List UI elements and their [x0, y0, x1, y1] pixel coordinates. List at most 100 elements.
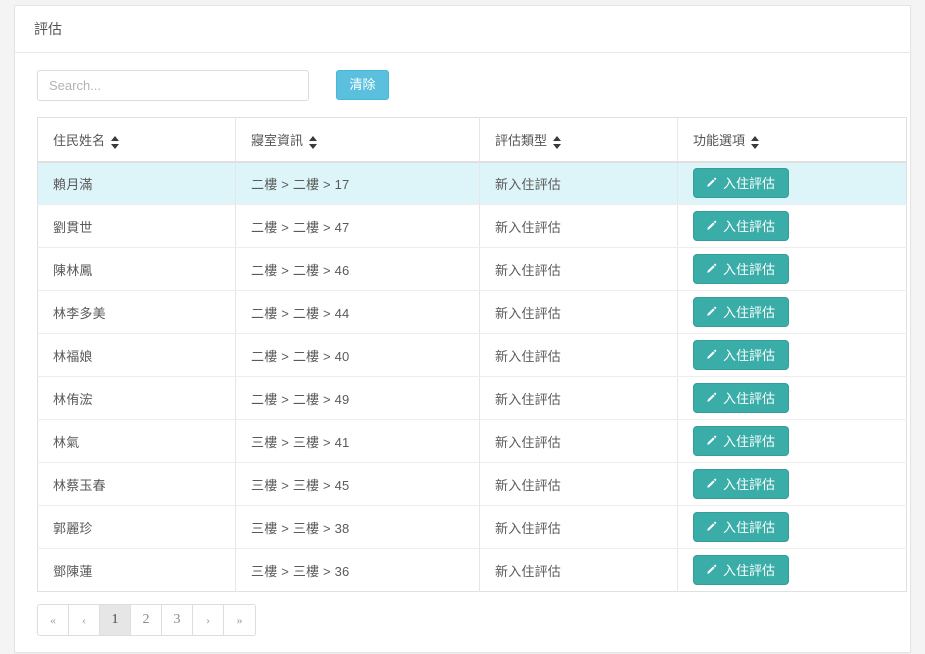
cell-assessment-type: 新入住評估 — [479, 290, 678, 334]
pencil-icon — [705, 349, 717, 361]
pencil-icon — [705, 435, 717, 447]
page-root: 評估 清除 住民姓名 — [0, 0, 925, 654]
pagination-arrow[interactable]: « — [38, 605, 69, 635]
cell-room-info: 二樓 > 二樓 > 17 — [235, 161, 480, 205]
admission-assessment-button[interactable]: 入住評估 — [693, 211, 790, 241]
cell-resident-name: 陳林鳳 — [37, 247, 236, 291]
cell-function-options: 入住評估 — [677, 462, 907, 506]
search-input[interactable] — [37, 70, 309, 101]
admission-assessment-button[interactable]: 入住評估 — [693, 512, 790, 542]
table-body: 賴月滿 二樓 > 二樓 > 17 新入住評估 入住評估 劉貫世 二樓 > 二樓 > 47 新… — [37, 161, 907, 592]
table-head: 住民姓名 寢室資訊 評估類型 功能選項 — [37, 117, 907, 163]
card-body: 清除 住民姓名 寢室資訊 — [15, 53, 910, 652]
cell-room-info: 三樓 > 三樓 > 36 — [235, 548, 480, 592]
cell-assessment-type: 新入住評估 — [479, 333, 678, 377]
pencil-icon — [705, 478, 717, 490]
column-label: 寢室資訊 — [251, 132, 304, 148]
cell-function-options: 入住評估 — [677, 505, 907, 549]
sort-updown-icon[interactable] — [309, 135, 318, 149]
table-row[interactable]: 劉貫世 二樓 > 二樓 > 47 新入住評估 入住評估 — [37, 204, 907, 248]
admission-assessment-button[interactable]: 入住評估 — [693, 297, 790, 327]
cell-room-info: 三樓 > 三樓 > 41 — [235, 419, 480, 463]
pencil-icon — [705, 177, 717, 189]
table-header-row: 住民姓名 寢室資訊 評估類型 功能選項 — [37, 117, 907, 163]
table-container: 住民姓名 寢室資訊 評估類型 功能選項 賴月滿 二樓 > 二樓 > 17 新入住… — [23, 117, 907, 592]
pagination-page[interactable]: 1 — [100, 605, 131, 635]
pagination-page[interactable]: 3 — [162, 605, 193, 635]
table-row[interactable]: 林侑浤 二樓 > 二樓 > 49 新入住評估 入住評估 — [37, 376, 907, 420]
cell-function-options: 入住評估 — [677, 161, 907, 205]
cell-function-options: 入住評估 — [677, 247, 907, 291]
admission-assessment-label: 入住評估 — [723, 304, 776, 320]
admission-assessment-label: 入住評估 — [723, 347, 776, 363]
cell-function-options: 入住評估 — [677, 333, 907, 377]
admission-assessment-label: 入住評估 — [723, 433, 776, 449]
cell-room-info: 二樓 > 二樓 > 46 — [235, 247, 480, 291]
column-header-resident-name[interactable]: 住民姓名 — [37, 117, 236, 163]
cell-function-options: 入住評估 — [677, 419, 907, 463]
column-header-assessment-type[interactable]: 評估類型 — [479, 117, 678, 163]
cell-assessment-type: 新入住評估 — [479, 462, 678, 506]
pagination-container: «‹ 1 2 3 ›» — [23, 592, 902, 638]
cell-room-info: 三樓 > 三樓 > 45 — [235, 462, 480, 506]
admission-assessment-label: 入住評估 — [723, 519, 776, 535]
admission-assessment-button[interactable]: 入住評估 — [693, 168, 790, 199]
cell-resident-name: 郭麗珍 — [37, 505, 236, 549]
sort-updown-icon[interactable] — [553, 135, 562, 149]
table-row[interactable]: 鄧陳蓮 三樓 > 三樓 > 36 新入住評估 入住評估 — [37, 548, 907, 592]
pagination-arrow[interactable]: ‹ — [69, 605, 100, 635]
assessment-card: 評估 清除 住民姓名 — [14, 5, 911, 653]
admission-assessment-label: 入住評估 — [723, 175, 776, 191]
table-row[interactable]: 林蔡玉春 三樓 > 三樓 > 45 新入住評估 入住評估 — [37, 462, 907, 506]
assessment-table: 住民姓名 寢室資訊 評估類型 功能選項 賴月滿 二樓 > 二樓 > 17 新入住… — [37, 117, 907, 592]
pagination-arrow[interactable]: › — [193, 605, 224, 635]
pencil-icon — [705, 220, 717, 232]
admission-assessment-button[interactable]: 入住評估 — [693, 340, 790, 370]
admission-assessment-label: 入住評估 — [723, 476, 776, 492]
admission-assessment-button[interactable]: 入住評估 — [693, 426, 790, 456]
sort-updown-icon[interactable] — [751, 135, 760, 149]
cell-resident-name: 林氣 — [37, 419, 236, 463]
cell-function-options: 入住評估 — [677, 290, 907, 334]
cell-room-info: 二樓 > 二樓 > 47 — [235, 204, 480, 248]
admission-assessment-button[interactable]: 入住評估 — [693, 469, 790, 499]
admission-assessment-button[interactable]: 入住評估 — [693, 383, 790, 413]
cell-room-info: 二樓 > 二樓 > 44 — [235, 290, 480, 334]
admission-assessment-label: 入住評估 — [723, 562, 776, 578]
pagination-page[interactable]: 2 — [131, 605, 162, 635]
pencil-icon — [705, 306, 717, 318]
cell-resident-name: 林李多美 — [37, 290, 236, 334]
pencil-icon — [705, 521, 717, 533]
pencil-icon — [705, 564, 717, 576]
pagination-arrow[interactable]: » — [224, 605, 255, 635]
cell-resident-name: 林福娘 — [37, 333, 236, 377]
table-row[interactable]: 林氣 三樓 > 三樓 > 41 新入住評估 入住評估 — [37, 419, 907, 463]
cell-function-options: 入住評估 — [677, 204, 907, 248]
cell-room-info: 二樓 > 二樓 > 40 — [235, 333, 480, 377]
table-row[interactable]: 林福娘 二樓 > 二樓 > 40 新入住評估 入住評估 — [37, 333, 907, 377]
admission-assessment-button[interactable]: 入住評估 — [693, 254, 790, 284]
pagination: «‹ 1 2 3 ›» — [37, 604, 256, 636]
table-row[interactable]: 林李多美 二樓 > 二樓 > 44 新入住評估 入住評估 — [37, 290, 907, 334]
cell-assessment-type: 新入住評估 — [479, 548, 678, 592]
cell-resident-name: 賴月滿 — [37, 161, 236, 205]
admission-assessment-label: 入住評估 — [723, 261, 776, 277]
clear-button[interactable]: 清除 — [336, 70, 389, 100]
cell-resident-name: 鄧陳蓮 — [37, 548, 236, 592]
column-header-function-options[interactable]: 功能選項 — [677, 117, 907, 163]
column-header-room-info[interactable]: 寢室資訊 — [235, 117, 480, 163]
cell-function-options: 入住評估 — [678, 549, 907, 592]
cell-assessment-type: 新入住評估 — [479, 204, 678, 248]
card-header: 評估 — [15, 6, 910, 53]
table-row[interactable]: 陳林鳳 二樓 > 二樓 > 46 新入住評估 入住評估 — [37, 247, 907, 291]
table-row[interactable]: 賴月滿 二樓 > 二樓 > 17 新入住評估 入住評估 — [37, 161, 907, 205]
cell-resident-name: 劉貫世 — [37, 204, 236, 248]
table-row[interactable]: 郭麗珍 三樓 > 三樓 > 38 新入住評估 入住評估 — [37, 505, 907, 549]
cell-assessment-type: 新入住評估 — [479, 419, 678, 463]
sort-updown-icon[interactable] — [111, 135, 120, 149]
column-label: 功能選項 — [693, 132, 746, 148]
pencil-icon — [705, 392, 717, 404]
cell-assessment-type: 新入住評估 — [479, 505, 678, 549]
cell-room-info: 三樓 > 三樓 > 38 — [235, 505, 480, 549]
admission-assessment-button[interactable]: 入住評估 — [693, 555, 790, 585]
